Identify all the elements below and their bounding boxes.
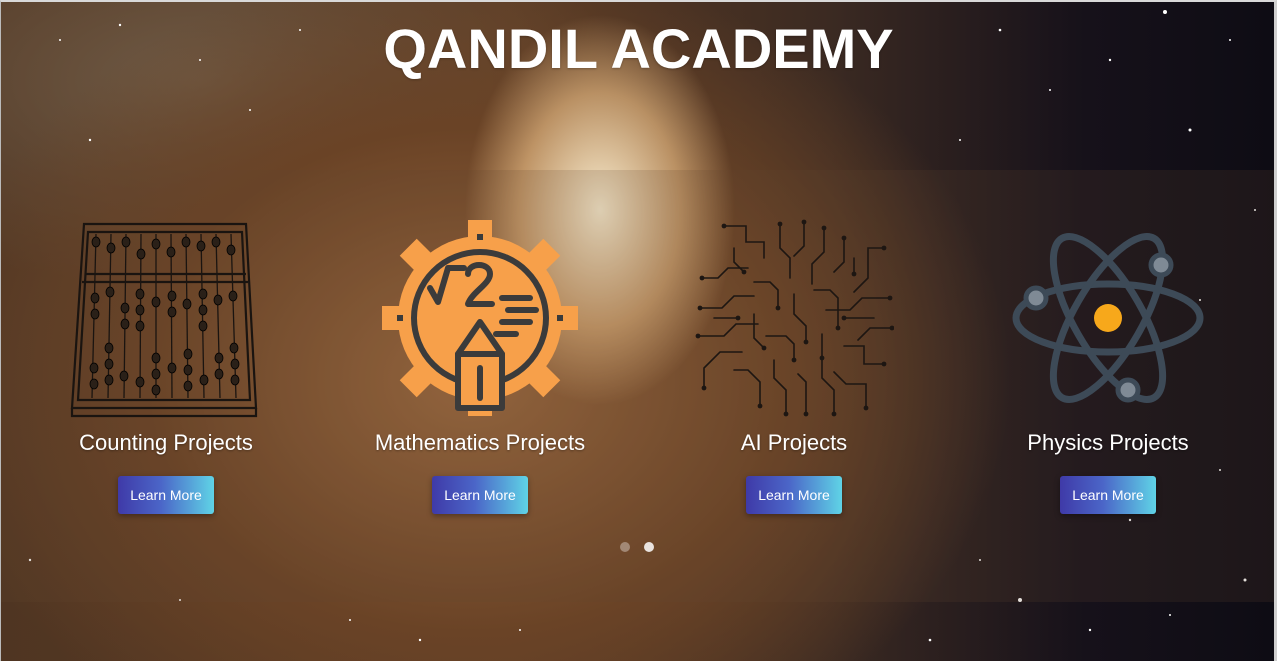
card-title: Mathematics Projects bbox=[374, 430, 586, 455]
math-gear-icon bbox=[382, 220, 578, 416]
card-title: AI Projects bbox=[740, 430, 848, 455]
card-ai-projects: AI Projects Learn More bbox=[644, 218, 944, 514]
carousel-indicator-1[interactable] bbox=[620, 542, 630, 552]
abacus-icon bbox=[70, 222, 258, 418]
card-title: Physics Projects bbox=[1027, 430, 1189, 455]
carousel-indicators bbox=[620, 542, 654, 552]
circuit-brain-icon bbox=[695, 219, 894, 417]
page-title: QANDIL ACADEMY bbox=[383, 17, 894, 80]
card-mathematics-projects: Mathematics Projects Learn More bbox=[330, 218, 630, 514]
projects-carousel: Counting Projects Learn More Mathematics… bbox=[0, 170, 1277, 602]
card-counting-projects: Counting Projects Learn More bbox=[16, 218, 316, 514]
card-title: Counting Projects bbox=[79, 430, 253, 455]
learn-more-mathematics-button[interactable]: Learn More bbox=[432, 476, 528, 514]
carousel-indicator-2[interactable] bbox=[644, 542, 654, 552]
atom-icon bbox=[1012, 233, 1204, 403]
learn-more-counting-button[interactable]: Learn More bbox=[118, 476, 214, 514]
card-physics-projects: Physics Projects Learn More bbox=[958, 218, 1258, 514]
learn-more-physics-button[interactable]: Learn More bbox=[1060, 476, 1156, 514]
learn-more-ai-button[interactable]: Learn More bbox=[746, 476, 842, 514]
